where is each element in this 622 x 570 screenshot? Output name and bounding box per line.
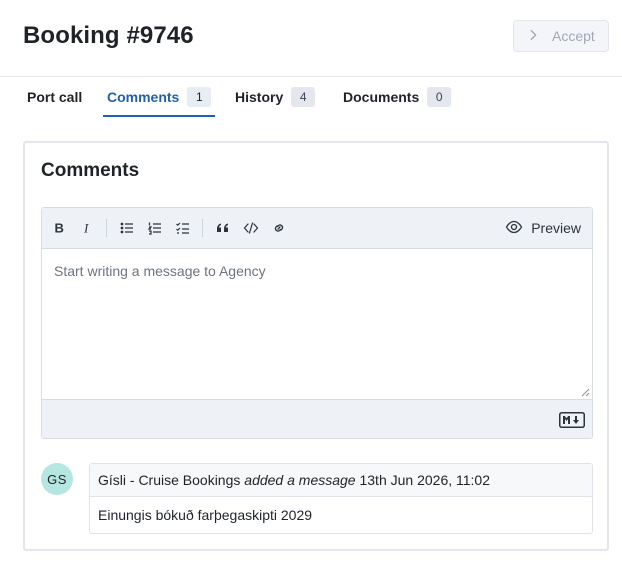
comment-action: added a message bbox=[244, 472, 356, 488]
comments-card: Comments B I Preview Start writing a mes… bbox=[23, 141, 609, 551]
markdown-icon bbox=[559, 412, 585, 428]
svg-text:B: B bbox=[55, 221, 64, 236]
tab-count-badge: 4 bbox=[291, 87, 316, 107]
code-icon[interactable] bbox=[242, 219, 260, 237]
numbered-list-icon[interactable] bbox=[146, 219, 164, 237]
quote-icon[interactable] bbox=[214, 219, 232, 237]
chevron-right-icon bbox=[526, 28, 540, 45]
preview-button[interactable]: Preview bbox=[505, 218, 581, 238]
toolbar-divider bbox=[106, 219, 107, 237]
eye-icon bbox=[505, 218, 523, 239]
editor-footer bbox=[42, 399, 592, 438]
bold-icon[interactable]: B bbox=[50, 219, 68, 237]
tab-comments[interactable]: Comments 1 bbox=[103, 77, 216, 117]
editor-toolbar: B I Preview bbox=[42, 208, 592, 249]
tab-label: Comments bbox=[107, 89, 180, 105]
page-header: Booking #9746 Accept bbox=[0, 0, 622, 77]
italic-icon[interactable]: I bbox=[78, 219, 96, 237]
task-list-icon[interactable] bbox=[174, 219, 192, 237]
avatar: GS bbox=[41, 463, 73, 495]
tab-label: History bbox=[235, 89, 284, 105]
tab-count-badge: 1 bbox=[187, 87, 212, 107]
page-title: Booking #9746 bbox=[23, 22, 194, 49]
resize-handle-icon[interactable] bbox=[581, 388, 590, 397]
tab-port-call[interactable]: Port call bbox=[27, 77, 82, 117]
toolbar-divider bbox=[202, 219, 203, 237]
message-input[interactable] bbox=[42, 249, 592, 399]
bulleted-list-icon[interactable] bbox=[118, 219, 136, 237]
comment-author: Gísli - Cruise Bookings bbox=[98, 472, 241, 488]
comment-box: Gísli - Cruise Bookings added a message … bbox=[89, 463, 593, 534]
accept-button-label: Accept bbox=[552, 28, 595, 44]
accept-button[interactable]: Accept bbox=[513, 20, 609, 52]
comment-timestamp: 13th Jun 2026, 11:02 bbox=[359, 472, 491, 488]
svg-text:I: I bbox=[83, 221, 89, 236]
tab-documents[interactable]: Documents 0 bbox=[343, 77, 452, 117]
comment-header: Gísli - Cruise Bookings added a message … bbox=[90, 464, 592, 497]
comment-body: Einungis bókuð farþegaskipti 2029 bbox=[98, 507, 313, 523]
markdown-editor: B I Preview Start writing a message to A… bbox=[41, 207, 593, 439]
tab-label: Documents bbox=[343, 89, 420, 105]
link-icon[interactable] bbox=[270, 219, 288, 237]
tab-count-badge: 0 bbox=[427, 87, 452, 107]
comments-title: Comments bbox=[41, 160, 140, 181]
tab-history[interactable]: History 4 bbox=[235, 77, 316, 117]
tab-label: Port call bbox=[27, 89, 83, 105]
preview-label: Preview bbox=[531, 220, 581, 236]
tab-bar: Port call Comments 1 History 4 Documents… bbox=[0, 77, 622, 117]
